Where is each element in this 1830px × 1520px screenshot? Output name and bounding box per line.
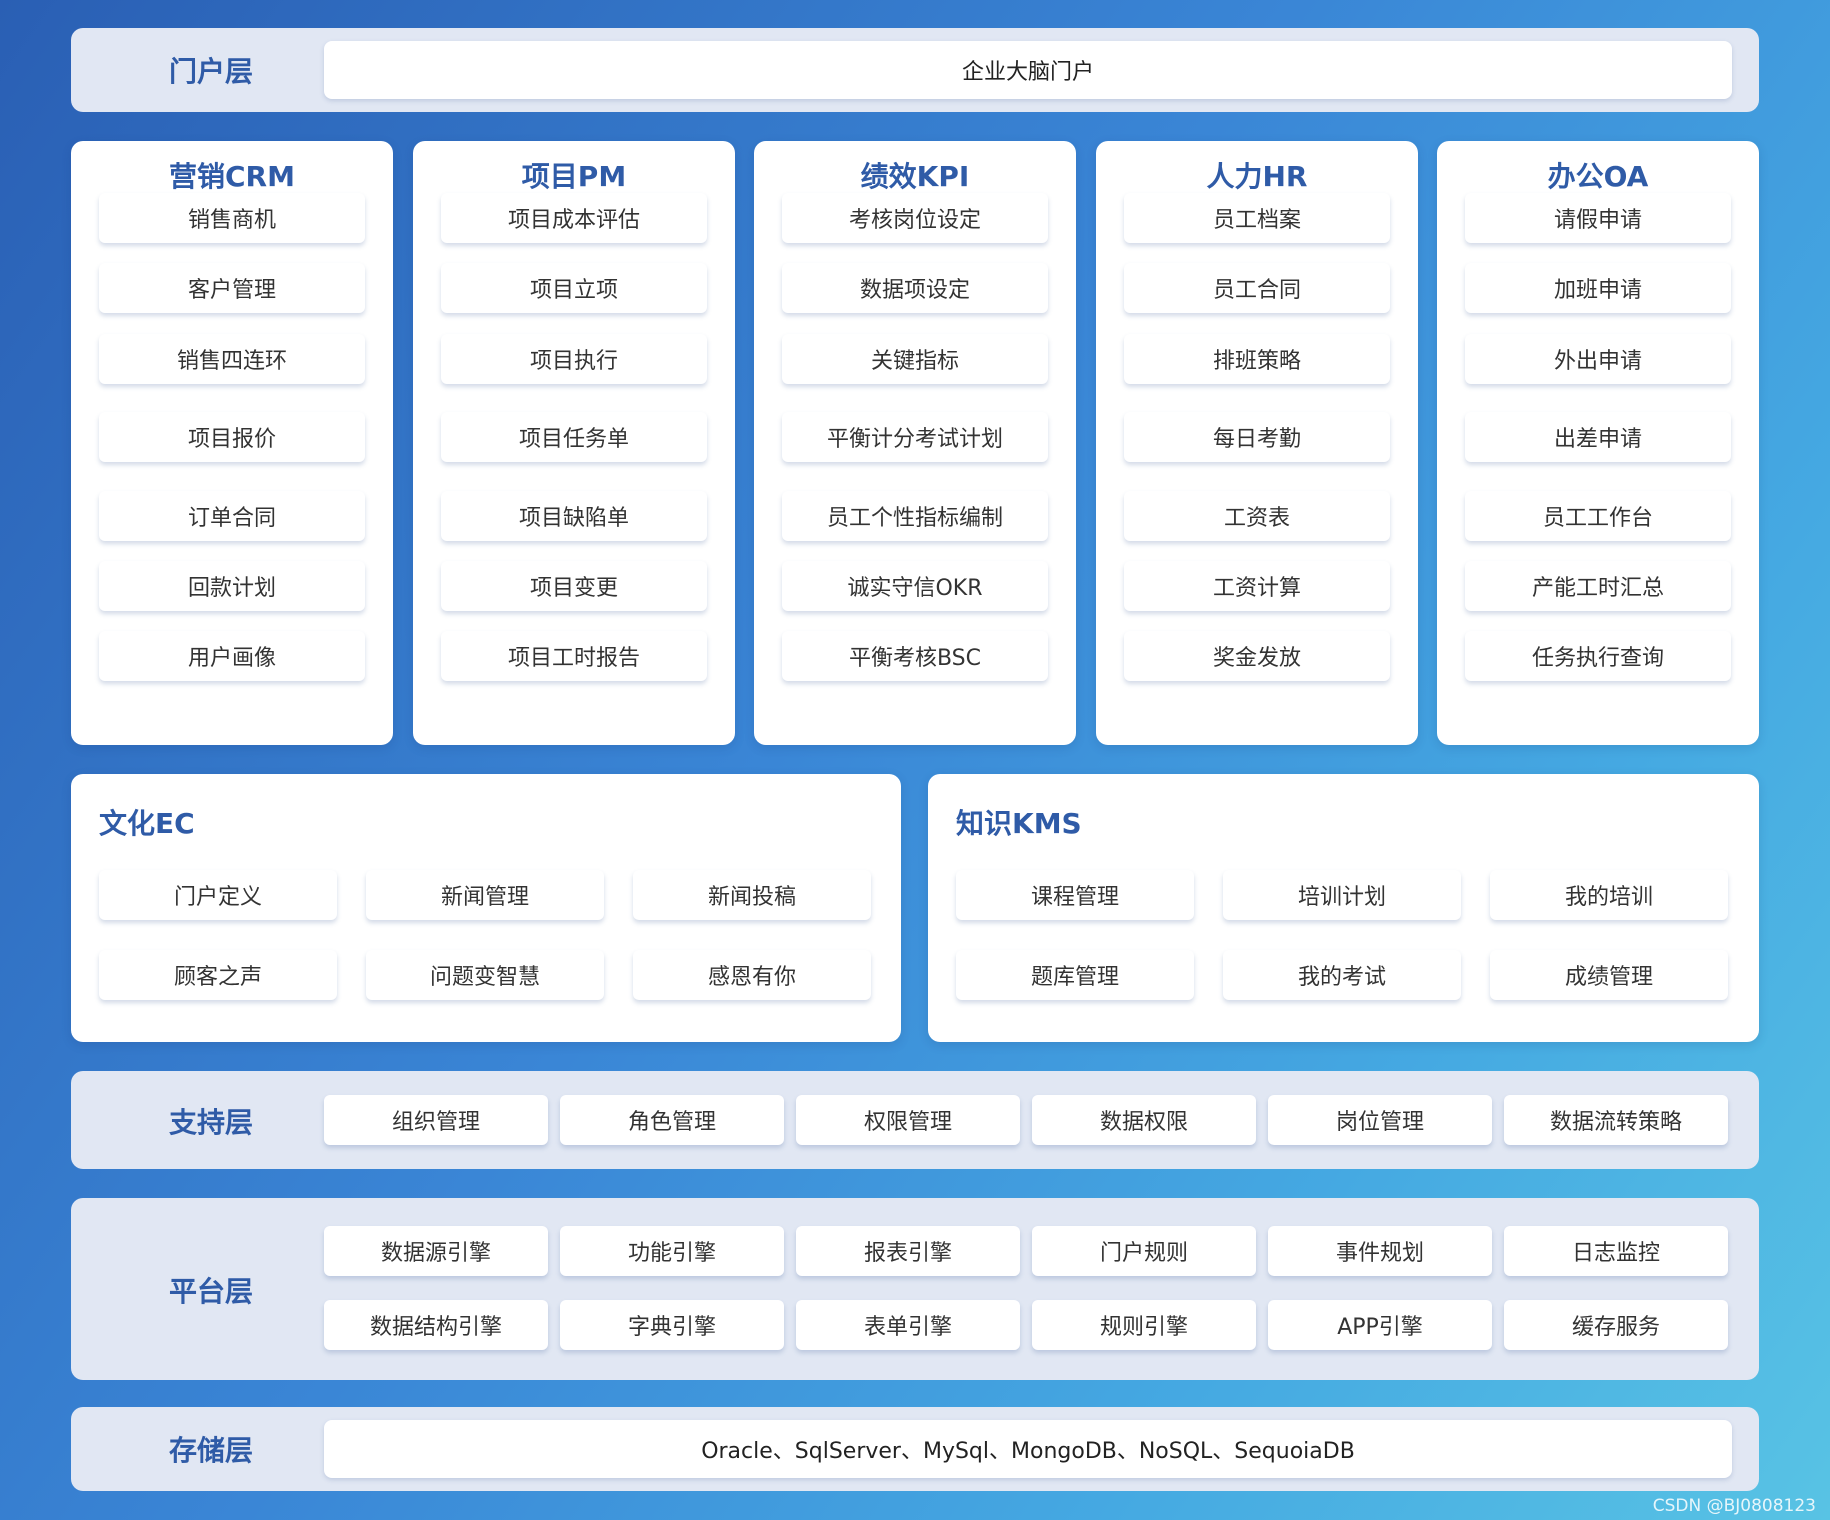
module-item: 考核岗位设定	[782, 193, 1048, 243]
knowledge-title: 知识KMS	[956, 807, 1082, 840]
portal-box: 企业大脑门户	[324, 41, 1732, 99]
support-item: 角色管理	[560, 1095, 784, 1145]
module-item: 关键指标	[782, 334, 1048, 384]
platform-layer: 平台层 数据源引擎 功能引擎 报表引擎 门户规则 事件规划 日志监控数据结构引擎 字典引擎表…	[71, 1198, 1759, 1380]
portal-layer-label: 门户层	[168, 55, 253, 88]
support-item: 数据流转策略	[1504, 1095, 1728, 1145]
module-item: 任务执行查询	[1465, 631, 1731, 681]
knowledge-item: 课程管理	[956, 870, 1194, 920]
module-item: 客户管理	[99, 263, 365, 313]
module-title: 绩效KPI	[860, 160, 970, 193]
module-item: 项目成本评估	[441, 193, 707, 243]
module-item: 项目工时报告	[441, 631, 707, 681]
culture-item: 新闻管理	[366, 870, 604, 920]
module-item: 排班策略	[1124, 334, 1390, 384]
knowledge-item: 成绩管理	[1490, 950, 1728, 1000]
module-item: 销售四连环	[99, 334, 365, 384]
module-title: 办公OA	[1547, 160, 1649, 193]
platform-item: 功能引擎	[560, 1226, 784, 1276]
module-item: 项目缺陷单	[441, 491, 707, 541]
module-item: 项目报价	[99, 412, 365, 462]
module-item: 加班申请	[1465, 263, 1731, 313]
portal-layer: 门户层 企业大脑门户	[71, 28, 1759, 112]
module-item: 数据项设定	[782, 263, 1048, 313]
module-item: 用户画像	[99, 631, 365, 681]
support-item: 岗位管理	[1268, 1095, 1492, 1145]
culture-item: 新闻投稿	[633, 870, 871, 920]
support-layer: 支持层 组织管理 角色管理 权限管理 数据权限 岗位管理 数据流转策略	[71, 1071, 1759, 1169]
module-item: 销售商机	[99, 193, 365, 243]
module-item: 奖金发放	[1124, 631, 1390, 681]
module-item: 产能工时汇总	[1465, 561, 1731, 611]
culture-item: 门户定义	[99, 870, 337, 920]
module-item: 员工个性指标编制	[782, 491, 1048, 541]
culture-item: 顾客之声	[99, 950, 337, 1000]
module-card: 绩效KPI 考核岗位设定 数据项设定关键指标平衡计分考试计划 员工个性指标编制 诚实守信…	[754, 141, 1076, 745]
knowledge-item: 题库管理	[956, 950, 1194, 1000]
module-item: 项目任务单	[441, 412, 707, 462]
module-item: 工资计算	[1124, 561, 1390, 611]
module-item: 项目变更	[441, 561, 707, 611]
platform-item: 报表引擎	[796, 1226, 1020, 1276]
support-layer-label: 支持层	[168, 1106, 253, 1139]
watermark: CSDN @BJ0808123	[1652, 1496, 1816, 1516]
culture-card: 文化EC 门户定义 新闻管理 新闻投稿顾客之声 问题变智慧 感恩有你	[71, 774, 901, 1042]
module-item: 员工工作台	[1465, 491, 1731, 541]
module-item: 每日考勤	[1124, 412, 1390, 462]
module-card: 办公OA 请假申请加班申请外出申请出差申请员工工作台产能工时汇总 任务执行查询	[1437, 141, 1759, 745]
module-title: 营销CRM	[169, 160, 295, 193]
platform-item: 门户规则	[1032, 1226, 1256, 1276]
knowledge-item: 培训计划	[1223, 870, 1461, 920]
module-item: 平衡考核BSC	[782, 631, 1048, 681]
module-item: 工资表	[1124, 491, 1390, 541]
storage-box: Oracle、SqlServer、MySql、MongoDB、NoSQL、Seq…	[324, 1420, 1732, 1478]
platform-item: 规则引擎	[1032, 1300, 1256, 1350]
module-item: 诚实守信OKR	[782, 561, 1048, 611]
culture-item: 感恩有你	[633, 950, 871, 1000]
platform-item: APP引擎	[1268, 1300, 1492, 1350]
module-item: 项目立项	[441, 263, 707, 313]
support-item: 组织管理	[324, 1095, 548, 1145]
module-item: 回款计划	[99, 561, 365, 611]
architecture-diagram: 门户层 企业大脑门户 营销CRM 销售商机客户管理销售四连环项目报价订单合同回款计…	[0, 0, 1830, 1520]
module-item: 员工合同	[1124, 263, 1390, 313]
knowledge-card: 知识KMS 课程管理 培训计划 我的培训题库管理 我的考试 成绩管理	[928, 774, 1759, 1042]
platform-item: 表单引擎	[796, 1300, 1020, 1350]
module-card: 项目PM 项目成本评估 项目立项项目执行项目任务单项目缺陷单项目变更项目工时报告	[413, 141, 735, 745]
platform-item: 字典引擎	[560, 1300, 784, 1350]
platform-item: 缓存服务	[1504, 1300, 1728, 1350]
support-item: 数据权限	[1032, 1095, 1256, 1145]
module-item: 员工档案	[1124, 193, 1390, 243]
module-item: 平衡计分考试计划	[782, 412, 1048, 462]
platform-item: 日志监控	[1504, 1226, 1728, 1276]
culture-title: 文化EC	[99, 807, 195, 840]
module-item: 出差申请	[1465, 412, 1731, 462]
support-item: 权限管理	[796, 1095, 1020, 1145]
storage-layer: 存储层 Oracle、SqlServer、MySql、MongoDB、NoSQL…	[71, 1407, 1759, 1491]
module-item: 请假申请	[1465, 193, 1731, 243]
platform-layer-label: 平台层	[168, 1275, 253, 1308]
platform-item: 事件规划	[1268, 1226, 1492, 1276]
platform-item: 数据结构引擎	[324, 1300, 548, 1350]
module-card: 营销CRM 销售商机客户管理销售四连环项目报价订单合同回款计划用户画像	[71, 141, 393, 745]
knowledge-item: 我的考试	[1223, 950, 1461, 1000]
knowledge-item: 我的培训	[1490, 870, 1728, 920]
platform-item: 数据源引擎	[324, 1226, 548, 1276]
module-item: 项目执行	[441, 334, 707, 384]
module-title: 人力HR	[1206, 160, 1308, 193]
storage-layer-label: 存储层	[168, 1434, 253, 1467]
module-card: 人力HR 员工档案员工合同排班策略每日考勤工资表工资计算奖金发放	[1096, 141, 1418, 745]
culture-item: 问题变智慧	[366, 950, 604, 1000]
module-title: 项目PM	[521, 160, 627, 193]
module-item: 外出申请	[1465, 334, 1731, 384]
module-item: 订单合同	[99, 491, 365, 541]
